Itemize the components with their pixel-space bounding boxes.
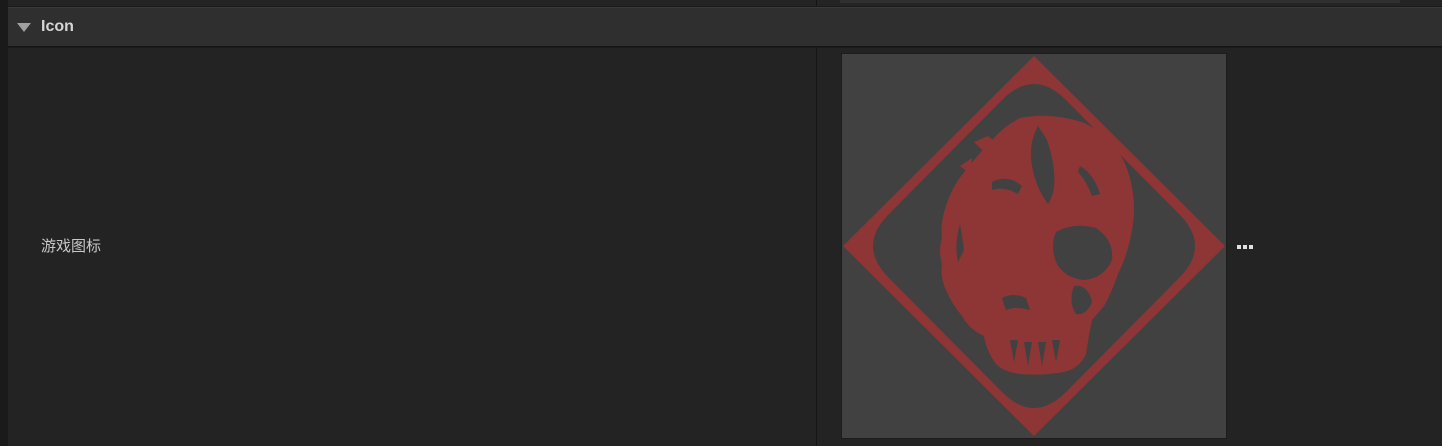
texture-thumbnail[interactable] [842, 54, 1226, 438]
ellipsis-dot [1243, 245, 1247, 249]
expand-arrow-icon[interactable] [17, 23, 31, 32]
previous-section-value-edge [840, 0, 1400, 3]
skull-diamond-icon [843, 56, 1225, 436]
ellipsis-icon [1237, 245, 1241, 249]
previous-section-divider [816, 0, 817, 6]
ellipsis-dot [1249, 245, 1253, 249]
details-panel: Icon 游戏图标 [0, 0, 1442, 446]
property-name-cell: 游戏图标 [8, 48, 816, 446]
section-title: Icon [41, 18, 74, 35]
property-value-cell [817, 48, 1442, 446]
property-label: 游戏图标 [41, 238, 102, 255]
property-row-game-icon: 游戏图标 [8, 48, 1442, 446]
more-options-button[interactable] [1235, 234, 1257, 256]
section-header-icon[interactable]: Icon [8, 7, 1442, 47]
